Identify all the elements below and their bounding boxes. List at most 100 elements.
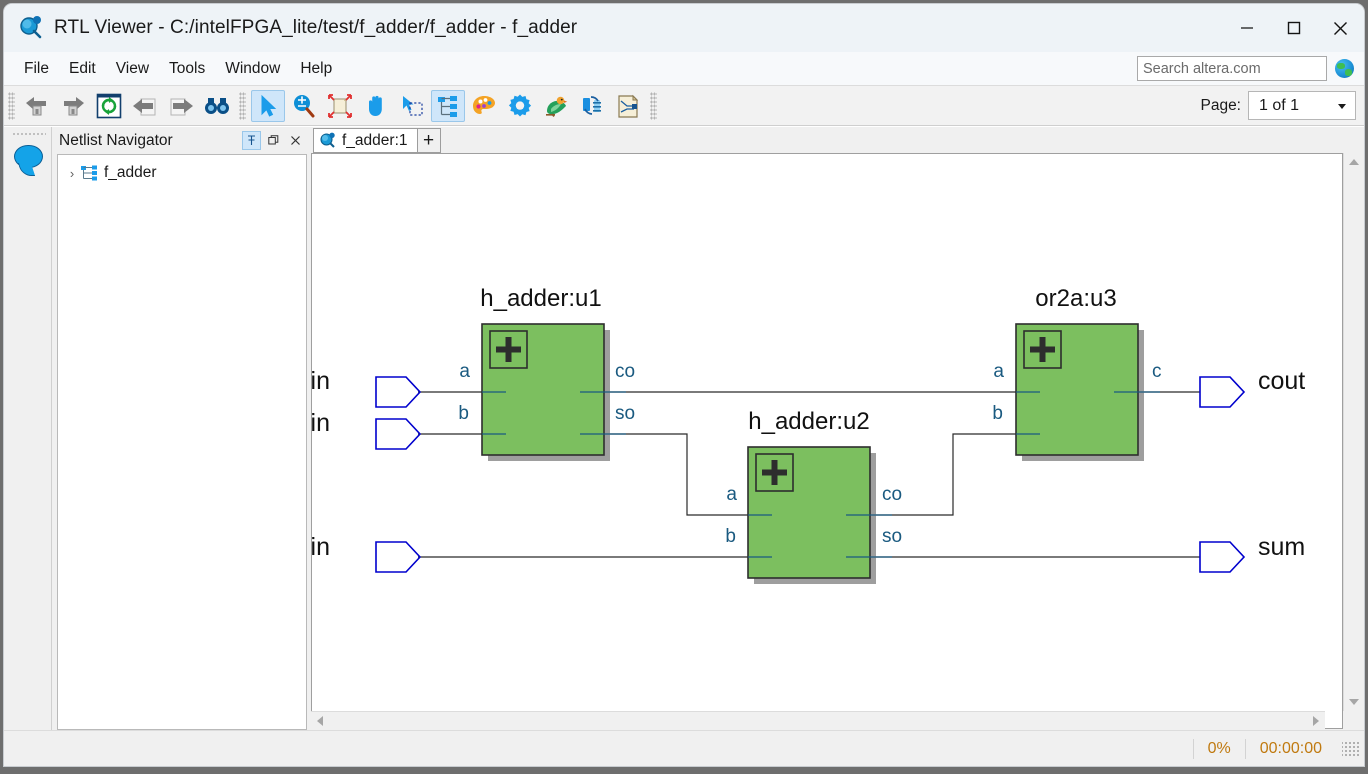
port-label-u2-co: co xyxy=(882,484,902,505)
scroll-up-arrow[interactable] xyxy=(1349,159,1359,165)
page-selector-area: Page: 1 of 1 xyxy=(1200,91,1356,120)
menu-file[interactable]: File xyxy=(14,56,59,82)
netlist-navigator-button[interactable] xyxy=(431,89,465,122)
port-label-u1-co: co xyxy=(615,361,635,382)
scroll-left-arrow[interactable] xyxy=(317,716,323,726)
dock-grip[interactable] xyxy=(12,132,46,137)
schematic-canvas[interactable]: ainbincincoutsumh_adder:u1abcosoh_adder:… xyxy=(311,153,1343,729)
tree-item-label: f_adder xyxy=(104,164,157,181)
rtl-viewer-window: RTL Viewer - C:/intelFPGA_lite/test/f_ad… xyxy=(4,4,1364,766)
menu-edit[interactable]: Edit xyxy=(59,56,106,82)
forward-to-child-button[interactable] xyxy=(56,90,90,122)
color-settings-button[interactable] xyxy=(467,90,501,122)
block-u2[interactable]: h_adder:u2ab co so xyxy=(725,408,902,584)
chevron-right-icon[interactable]: › xyxy=(64,166,80,181)
globe-icon[interactable] xyxy=(1335,59,1354,78)
menu-window[interactable]: Window xyxy=(215,56,290,82)
port-label-u2-a: a xyxy=(726,484,737,505)
close-button[interactable] xyxy=(1317,4,1364,52)
schematic-drawing: ainbincincoutsumh_adder:u1abcosoh_adder:… xyxy=(312,285,1305,584)
block-title-u2: h_adder:u2 xyxy=(748,408,869,435)
fit-in-window-button[interactable] xyxy=(323,90,357,122)
tab-label: f_adder:1 xyxy=(342,131,408,149)
hierarchy-node-icon xyxy=(80,165,100,181)
add-tab-button[interactable]: + xyxy=(417,128,441,153)
window-title: RTL Viewer - C:/intelFPGA_lite/test/f_ad… xyxy=(54,17,578,38)
minimize-button[interactable] xyxy=(1223,4,1270,52)
block-body xyxy=(747,446,871,579)
tree-item-f_adder[interactable]: › f_adder xyxy=(58,161,306,185)
back-to-parent-button[interactable] xyxy=(20,90,54,122)
search-input[interactable] xyxy=(1137,56,1327,81)
menu-tools[interactable]: Tools xyxy=(159,56,215,82)
previous-page-button[interactable] xyxy=(128,90,162,122)
toolbar-grip-3[interactable] xyxy=(650,91,657,120)
port-label-u1-so: so xyxy=(615,403,635,424)
input-port-label-cin: cin xyxy=(312,533,330,561)
port-label-u2-b: b xyxy=(725,526,736,547)
refresh-button[interactable] xyxy=(92,90,126,122)
gear-icon[interactable] xyxy=(503,90,537,122)
close-icon[interactable] xyxy=(286,131,305,150)
output-port-label-sum: sum xyxy=(1258,533,1305,561)
vertical-scrollbar[interactable] xyxy=(1343,153,1362,711)
port-label-u3-b: b xyxy=(992,403,1003,424)
menu-view[interactable]: View xyxy=(106,56,159,82)
message-bubble-icon[interactable] xyxy=(14,145,43,168)
block-body xyxy=(481,323,605,456)
toolbar-grip[interactable] xyxy=(8,91,15,120)
port-label-u1-b: b xyxy=(458,403,469,424)
progress-status: 0% xyxy=(1192,738,1245,759)
netlist-navigator-title: Netlist Navigator xyxy=(59,132,173,149)
find-button[interactable] xyxy=(200,90,234,122)
input-port-bin[interactable] xyxy=(375,418,422,450)
hand-tool-button[interactable] xyxy=(359,90,393,122)
input-port-label-bin: bin xyxy=(312,409,330,437)
port-label-u3-a: a xyxy=(993,361,1004,382)
elapsed-time-status: 00:00:00 xyxy=(1244,738,1336,759)
horizontal-scrollbar[interactable] xyxy=(311,711,1325,730)
netlist-navigator-header: Netlist Navigator xyxy=(52,128,309,154)
tab-f_adder-1[interactable]: f_adder:1 xyxy=(313,128,418,153)
pin-icon[interactable] xyxy=(242,131,261,150)
output-port-sum[interactable] xyxy=(1199,541,1246,573)
input-port-label-ain: ain xyxy=(312,367,330,395)
resize-grip[interactable] xyxy=(1342,739,1360,758)
window-controls xyxy=(1223,4,1364,52)
restore-icon[interactable] xyxy=(264,131,283,150)
block-u3[interactable]: or2a:u3 ab c xyxy=(992,285,1162,461)
rtl-viewer-icon xyxy=(319,132,337,149)
page-value: 1 of 1 xyxy=(1259,96,1300,114)
scroll-right-arrow[interactable] xyxy=(1313,716,1319,726)
panel-controls xyxy=(242,131,305,150)
port-label-u2-so: so xyxy=(882,526,902,547)
export-schematic-button[interactable] xyxy=(611,90,645,122)
input-port-cin[interactable] xyxy=(375,541,422,573)
port-label-u3-c: c xyxy=(1152,361,1162,382)
menu-bar: File Edit View Tools Window Help xyxy=(4,52,1364,85)
next-page-button[interactable] xyxy=(164,90,198,122)
toolbar-grip-2[interactable] xyxy=(239,91,246,120)
netlist-navigator-panel: Netlist Navigator › f_adder xyxy=(52,128,309,730)
input-port-ain[interactable] xyxy=(375,376,422,408)
menu-help[interactable]: Help xyxy=(290,56,342,82)
schematic-area: f_adder:1 + ainbincincoutsumh_adder:u1ab… xyxy=(309,127,1364,742)
bird-icon[interactable] xyxy=(539,90,573,122)
area-select-button[interactable] xyxy=(395,90,429,122)
block-body xyxy=(1015,323,1139,456)
output-port-label-cout: cout xyxy=(1258,367,1305,395)
status-bar: 0% 00:00:00 xyxy=(4,730,1364,766)
page-dropdown[interactable]: 1 of 1 xyxy=(1248,91,1356,120)
zoom-tool-button[interactable] xyxy=(287,90,321,122)
selection-tool-button[interactable] xyxy=(251,89,285,122)
block-u1[interactable]: h_adder:u1ab co so xyxy=(458,285,635,461)
block-title-u3: or2a:u3 xyxy=(1035,285,1116,312)
maximize-button[interactable] xyxy=(1270,4,1317,52)
search-area xyxy=(1137,56,1354,81)
scroll-down-arrow[interactable] xyxy=(1349,699,1359,705)
rtl-viewer-icon xyxy=(18,15,44,41)
netlist-tree: › f_adder xyxy=(57,154,307,730)
document-tab-strip: f_adder:1 + xyxy=(313,127,1353,153)
output-port-cout[interactable] xyxy=(1199,376,1246,408)
filter-loop-icon[interactable] xyxy=(575,90,609,122)
